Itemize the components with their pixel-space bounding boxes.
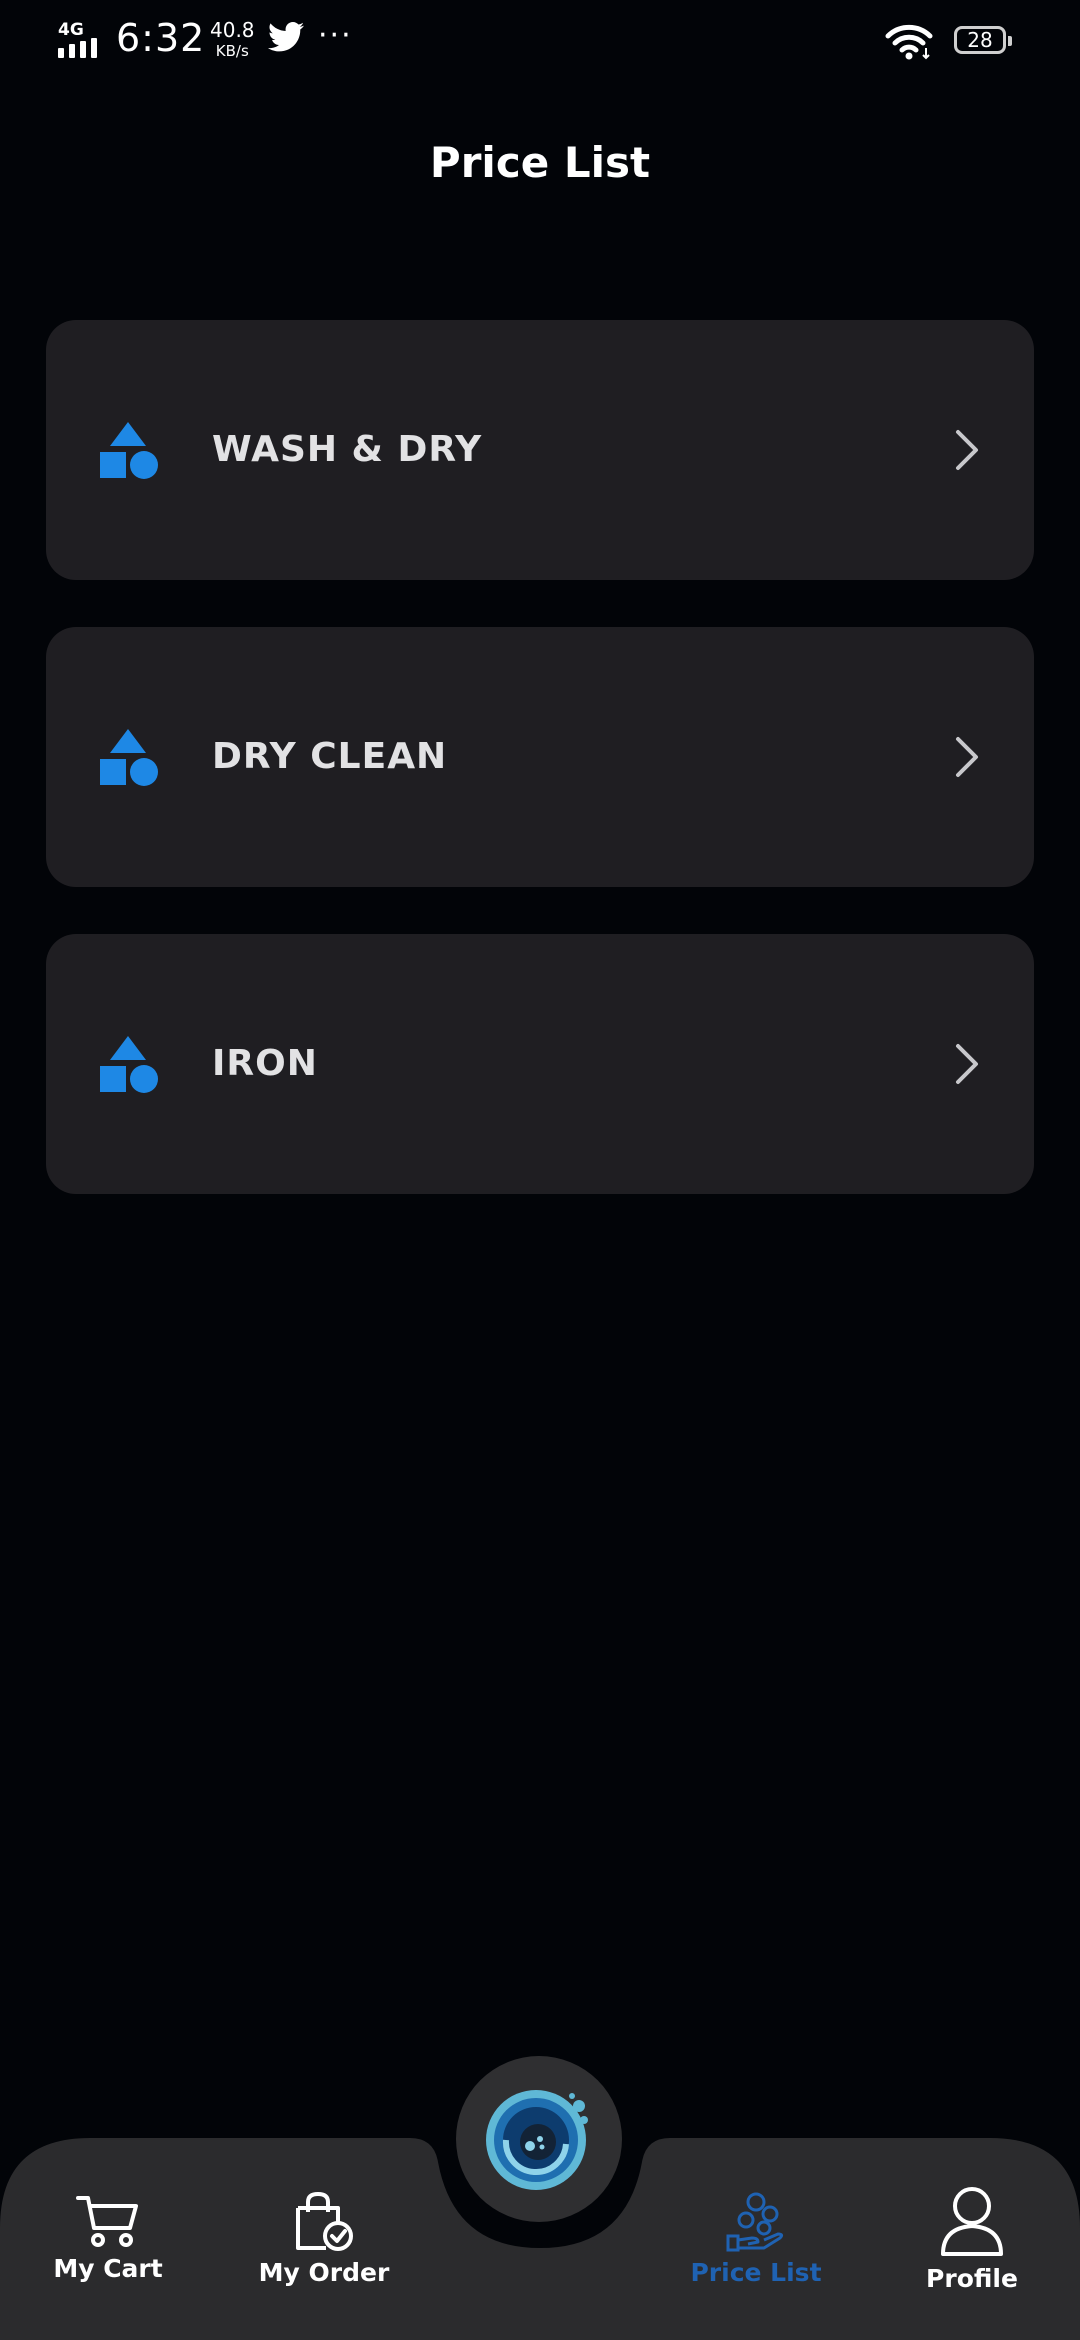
- shapes-icon: [100, 422, 158, 479]
- user-icon: [941, 2187, 1003, 2256]
- service-item-dry-clean[interactable]: DRY CLEAN: [46, 627, 1034, 887]
- cart-icon: [76, 2196, 138, 2247]
- shopping-bag-check-icon: [296, 2192, 353, 2251]
- network-speed: 40.8 KB/s: [210, 20, 255, 62]
- service-item-iron[interactable]: IRON: [46, 934, 1034, 1194]
- nav-price-list[interactable]: Price List: [656, 2192, 856, 2287]
- service-label: WASH & DRY: [212, 429, 483, 470]
- nav-label: My Order: [258, 2258, 390, 2287]
- more-notifications-icon: ···: [318, 18, 353, 53]
- signal-icon: [58, 38, 97, 58]
- wifi-icon: [885, 24, 933, 60]
- chevron-right-icon: [956, 1044, 978, 1084]
- status-time: 6:32: [116, 16, 206, 60]
- nav-my-cart[interactable]: My Cart: [8, 2194, 208, 2283]
- service-item-wash-dry[interactable]: WASH & DRY: [46, 320, 1034, 580]
- network-type: 4G: [58, 20, 84, 40]
- nav-my-order[interactable]: My Order: [224, 2192, 424, 2287]
- status-bar: 4G 6:32 40.8 KB/s ··· 28: [0, 0, 1080, 84]
- page-title: Price List: [429, 138, 651, 187]
- battery-icon: 28: [954, 26, 1012, 54]
- price-list-icon: [726, 2192, 784, 2252]
- shapes-icon: [100, 1036, 158, 1093]
- nav-profile[interactable]: Profile: [872, 2186, 1072, 2293]
- service-label: IRON: [212, 1043, 318, 1084]
- twitter-icon: [268, 22, 304, 52]
- chevron-right-icon: [956, 737, 978, 777]
- nav-label: My Cart: [53, 2254, 163, 2283]
- speed-value: 40.8: [210, 18, 255, 42]
- nav-label: Profile: [926, 2264, 1018, 2293]
- shapes-icon: [100, 729, 158, 786]
- app-logo-icon: [486, 2090, 588, 2190]
- chevron-right-icon: [956, 430, 978, 470]
- service-label: DRY CLEAN: [212, 736, 448, 777]
- nav-label: Price List: [690, 2258, 822, 2287]
- speed-unit: KB/s: [215, 42, 249, 60]
- center-home-button[interactable]: [456, 2056, 622, 2222]
